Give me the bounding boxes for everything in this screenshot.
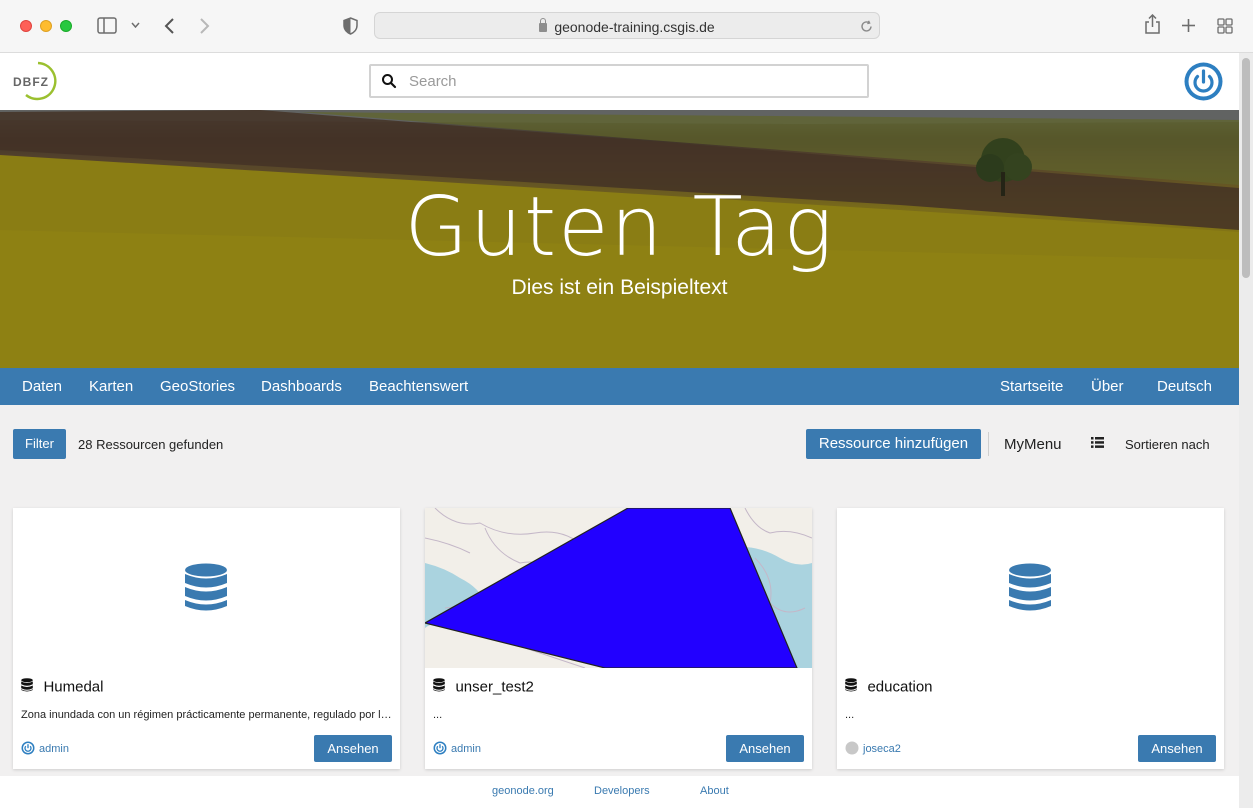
add-resource-button[interactable]: Ressource hinzufügen [806,429,981,459]
back-icon[interactable] [163,17,175,35]
footer-link-developers[interactable]: Developers [594,785,650,797]
nav-item-karten[interactable]: Karten [89,378,133,395]
dataset-type-icon [845,677,857,692]
owner-name[interactable]: admin [451,743,481,755]
owner-avatar-icon [433,741,447,755]
main-navigation: Daten Karten GeoStories Dashboards Beach… [0,368,1239,405]
minimize-window-button[interactable] [40,20,52,32]
user-menu-icon[interactable] [1183,61,1224,102]
map-thumbnail [425,508,812,668]
resource-card[interactable]: unser_test2 ... admin Ansehen [425,508,812,769]
owner-name[interactable]: admin [39,743,69,755]
browser-toolbar: geonode-training.csgis.de [0,0,1253,53]
view-button[interactable]: Ansehen [726,735,804,762]
nav-item-geostories[interactable]: GeoStories [160,378,235,395]
language-selector[interactable]: Deutsch [1157,378,1212,395]
scrollbar-thumb[interactable] [1242,58,1250,278]
dataset-type-icon [433,677,445,692]
nav-item-startseite[interactable]: Startseite [1000,378,1063,395]
hero-subtitle: Dies ist ein Beispieltext [511,276,728,299]
address-bar[interactable]: geonode-training.csgis.de [374,12,880,39]
hero-title: Guten Tag [404,180,835,275]
list-view-icon[interactable] [1091,437,1104,448]
footer-link-geonode[interactable]: geonode.org [492,785,554,797]
privacy-shield-icon[interactable] [343,17,358,35]
share-icon[interactable] [1144,14,1161,35]
sidebar-toggle-icon[interactable] [97,17,117,34]
card-thumbnail[interactable] [837,508,1224,668]
url-text: geonode-training.csgis.de [554,19,715,35]
footer-link-about[interactable]: About [700,785,729,797]
toolbar-divider [988,432,989,456]
hero-banner: Guten Tag Dies ist ein Beispieltext [0,110,1239,368]
search-input[interactable] [409,71,849,91]
owner-avatar-icon [845,741,859,755]
forward-icon[interactable] [199,17,211,35]
nav-item-dashboards[interactable]: Dashboards [261,378,342,395]
lock-icon [539,18,548,32]
database-icon [185,563,227,611]
card-description: ... [433,709,443,721]
nav-item-daten[interactable]: Daten [22,378,62,395]
sort-dropdown[interactable]: Sortieren nach [1125,437,1210,452]
card-owner[interactable]: joseca2 [845,741,901,756]
card-thumbnail[interactable] [425,508,812,668]
card-description: ... [845,709,855,721]
card-description: Zona inundada con un régimen prácticamen… [21,709,393,721]
tab-overview-icon[interactable] [1217,18,1233,34]
close-window-button[interactable] [20,20,32,32]
card-title[interactable]: education [867,678,932,695]
dataset-type-icon [21,677,33,692]
mymenu-dropdown[interactable]: MyMenu [1004,436,1062,453]
nav-item-beachtenswert[interactable]: Beachtenswert [369,378,468,395]
logo-text: DBFZ [13,75,49,89]
search-box[interactable] [369,64,869,98]
filter-button[interactable]: Filter [13,429,66,459]
site-footer: geonode.org Developers About [0,776,1239,808]
results-count: 28 Ressourcen gefunden [78,437,224,452]
card-owner[interactable]: admin [21,741,69,756]
nav-item-ueber[interactable]: Über [1091,378,1124,395]
resource-card[interactable]: education ... joseca2 Ansehen [837,508,1224,769]
view-button[interactable]: Ansehen [314,735,392,762]
reload-icon[interactable] [860,20,873,33]
resource-card[interactable]: Humedal Zona inundada con un régimen prá… [13,508,400,769]
card-title[interactable]: unser_test2 [455,678,533,695]
card-thumbnail[interactable] [13,508,400,668]
dbfz-logo[interactable]: DBFZ [12,61,64,101]
owner-avatar-icon [21,741,35,755]
card-owner[interactable]: admin [433,741,481,756]
zoom-window-button[interactable] [60,20,72,32]
view-button[interactable]: Ansehen [1138,735,1216,762]
owner-name[interactable]: joseca2 [863,743,901,755]
chevron-down-icon[interactable] [131,22,140,28]
card-title[interactable]: Humedal [43,678,103,695]
search-icon [382,74,397,89]
site-header: DBFZ [0,53,1239,110]
new-tab-icon[interactable] [1181,18,1196,33]
database-icon [1009,563,1051,611]
